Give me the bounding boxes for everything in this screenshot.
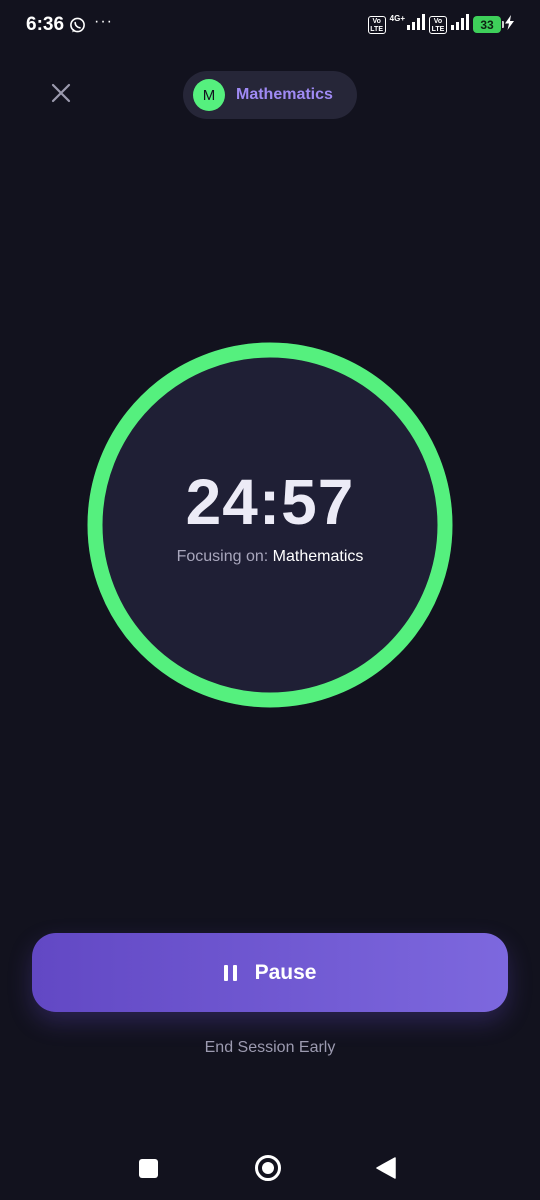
pause-label: Pause <box>254 960 317 984</box>
signal-icon <box>451 14 469 35</box>
close-icon <box>51 83 71 108</box>
status-time: 6:36 <box>26 14 65 35</box>
home-icon-dot <box>262 1162 274 1174</box>
subject-avatar: M <box>193 79 225 111</box>
battery-level: 33 <box>480 17 494 32</box>
focus-line: Focusing on: Mathematics <box>177 548 364 566</box>
timer-ring: 24:57 Focusing on: Mathematics <box>87 342 453 708</box>
timer-display: 24:57 Focusing on: Mathematics <box>87 342 453 708</box>
network-type: 4G+ <box>389 14 405 23</box>
whatsapp-icon <box>69 17 86 39</box>
subject-name: Mathematics <box>236 86 333 103</box>
volte-icon: Vo LTE <box>367 15 386 34</box>
home-icon[interactable] <box>255 1155 281 1181</box>
back-icon[interactable] <box>376 1157 396 1184</box>
recents-icon[interactable] <box>139 1159 158 1178</box>
signal-icon <box>407 14 425 35</box>
close-button[interactable] <box>42 76 80 114</box>
more-notifications-icon: ··· <box>94 13 113 30</box>
volte-icon: Vo LTE <box>429 15 447 34</box>
focus-prefix: Focusing on: <box>176 548 269 565</box>
focus-subject: Mathematics <box>272 548 364 565</box>
pause-bar <box>232 964 237 981</box>
subject-chip[interactable]: M Mathematics <box>183 71 357 119</box>
pause-icon <box>223 964 237 981</box>
status-bar: 6:36 ··· Vo LTE 4G+ Vo LTE 33 <box>0 0 540 54</box>
status-indicators: Vo LTE 4G+ Vo LTE 33 <box>367 14 514 35</box>
end-session-link[interactable]: End Session Early <box>0 1039 540 1057</box>
battery-icon: 33 <box>473 16 504 33</box>
timer-value: 24:57 <box>185 466 355 538</box>
battery-tip <box>502 21 504 28</box>
nav-bar <box>0 1140 540 1200</box>
pause-button[interactable]: Pause <box>32 933 508 1012</box>
pause-bar <box>223 964 228 981</box>
charging-icon <box>505 14 514 35</box>
